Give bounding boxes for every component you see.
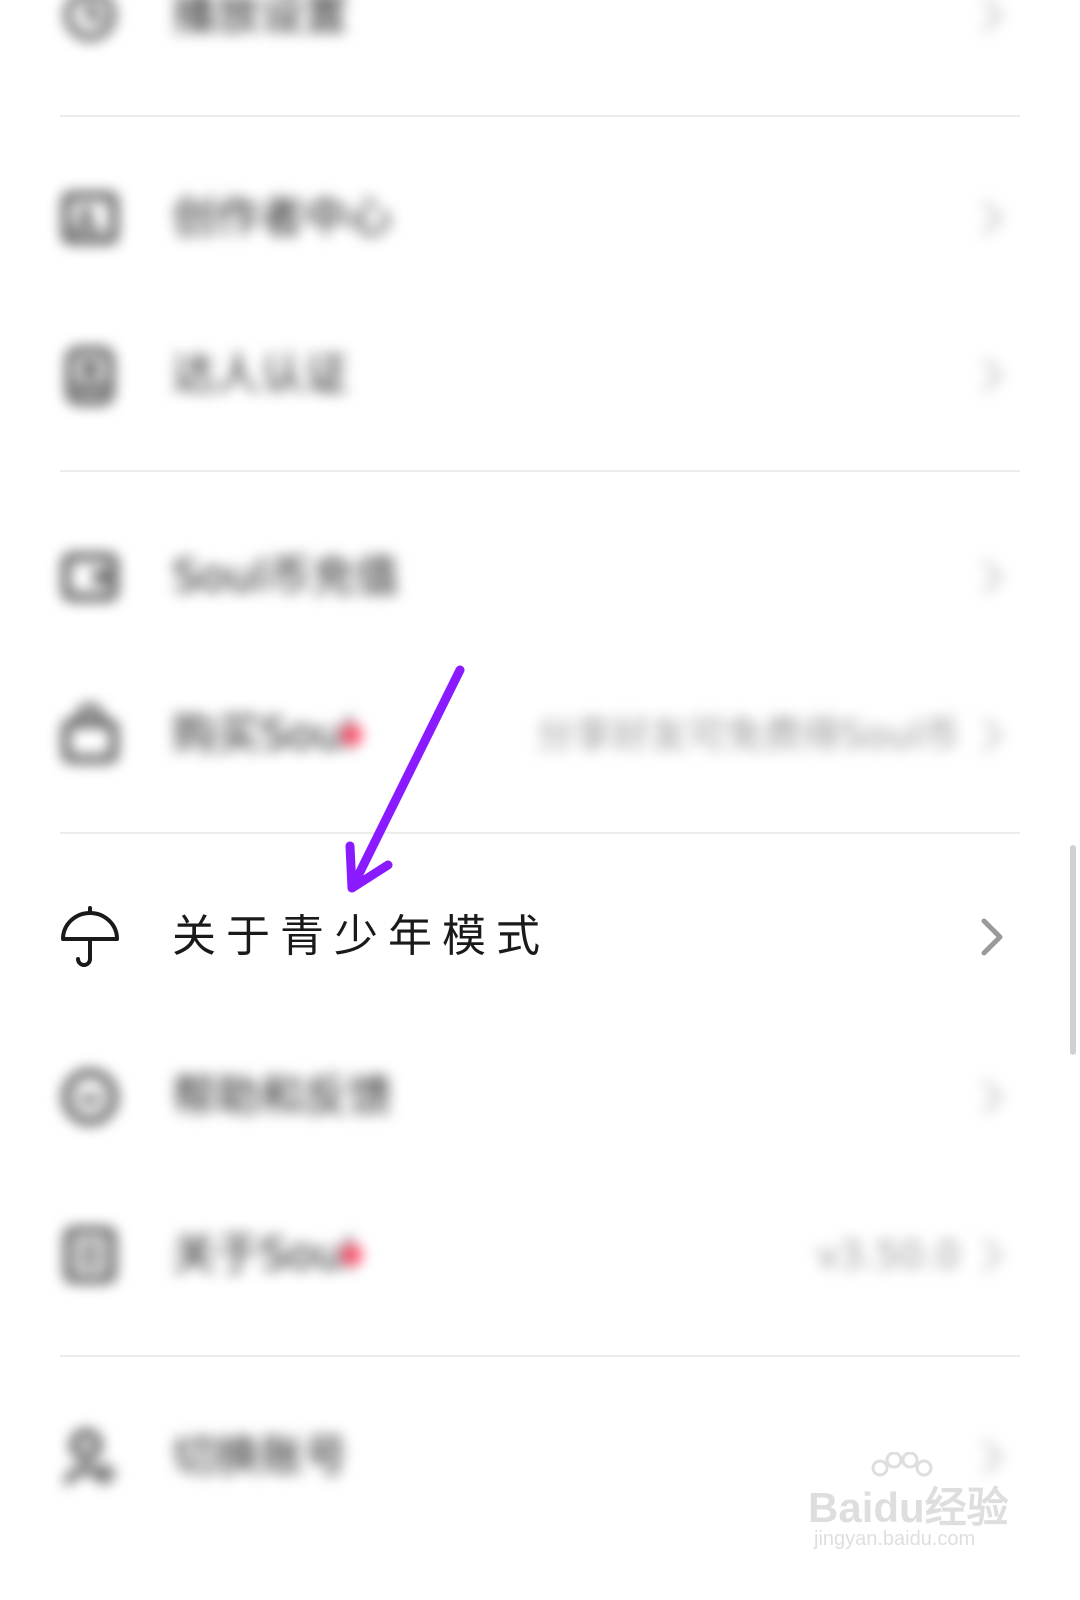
chevron-right-icon (981, 918, 1003, 956)
history-icon (65, 0, 115, 40)
divider (60, 832, 1020, 834)
help-icon (62, 1069, 118, 1125)
settings-row-value: 分享好友可免费得Soul币 (535, 713, 960, 757)
watermark-brand: Baidu经验 (808, 1484, 1009, 1531)
verify-icon (66, 347, 114, 405)
new-badge-dot (342, 725, 362, 745)
chevron-right-icon (982, 0, 1004, 33)
info-icon (64, 1227, 116, 1283)
divider (60, 115, 1020, 117)
umbrella-icon (61, 906, 119, 967)
account-icon (63, 1429, 117, 1486)
bag-icon (62, 704, 118, 763)
settings-row-label: Soul币充值 (172, 551, 399, 602)
creator-icon (62, 192, 118, 244)
chevron-right-icon (982, 357, 1004, 393)
settings-row-value: v3.50.0 (816, 1233, 960, 1277)
teen-mode-label: 关于青少年模式 (172, 911, 550, 962)
settings-screen: 播放设置 创作者中心 达人认证 Soul币充值 购买Soul 分享好友可免费得S… (0, 0, 1080, 1600)
wallet-icon (62, 553, 118, 601)
baidu-watermark: Baidu经验 jingyan.baidu.com (808, 1452, 1018, 1572)
chevron-right-icon (982, 717, 1004, 753)
divider (60, 470, 1020, 472)
settings-row-buy[interactable]: 购买Soul 分享好友可免费得Soul币 (0, 673, 1080, 793)
settings-row-help[interactable]: 帮助和反馈 (0, 1035, 1080, 1155)
settings-row-playback[interactable]: 播放设置 (0, 0, 1080, 75)
watermark-url: jingyan.baidu.com (814, 1528, 976, 1550)
settings-row-label: 创作者中心 (172, 192, 392, 243)
settings-row-label: 帮助和反馈 (172, 1071, 392, 1122)
settings-row-label: 购买Soul (172, 709, 355, 760)
chevron-right-icon (982, 559, 1004, 595)
settings-row-about[interactable]: 关于Soul v3.50.0 (0, 1193, 1080, 1313)
chevron-right-icon (982, 200, 1004, 236)
settings-row-label: 关于Soul (172, 1229, 355, 1280)
settings-row-label: 达人认证 (172, 349, 348, 400)
new-badge-dot (342, 1245, 362, 1265)
settings-row-verification[interactable]: 达人认证 (0, 313, 1080, 433)
chevron-right-icon (982, 1079, 1004, 1115)
settings-row-label: 播放设置 (172, 0, 348, 40)
divider (60, 1355, 1020, 1357)
settings-row-creator-center[interactable]: 创作者中心 (0, 156, 1080, 276)
settings-row-label: 切换账号 (172, 1431, 348, 1482)
scrollbar[interactable] (1070, 845, 1076, 1055)
settings-row-recharge[interactable]: Soul币充值 (0, 515, 1080, 635)
chevron-right-icon (982, 1237, 1004, 1273)
